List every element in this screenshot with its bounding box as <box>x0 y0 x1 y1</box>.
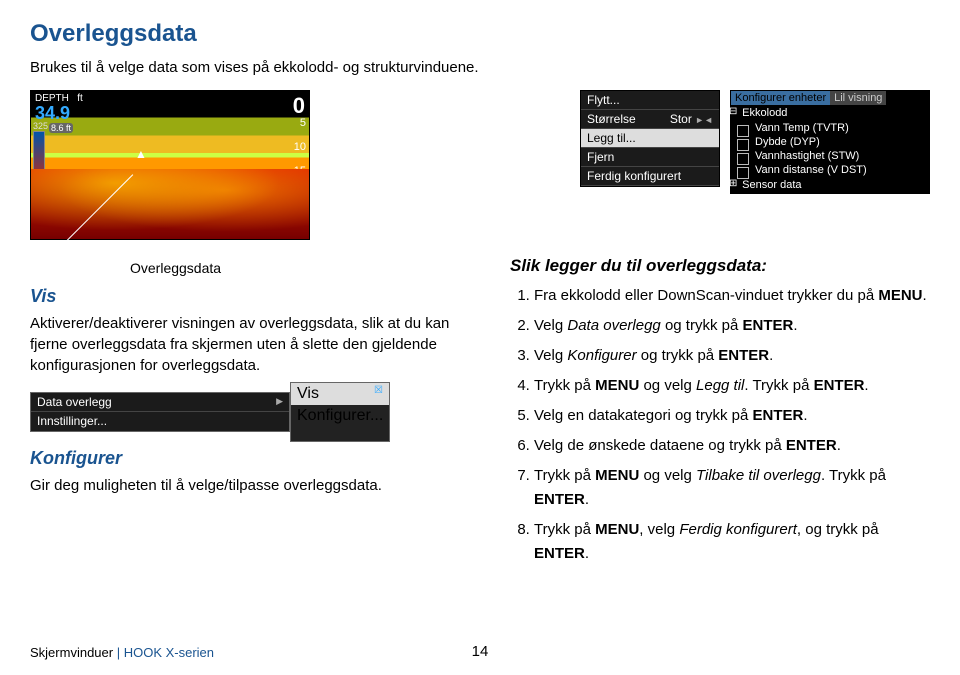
ctx-legg-til[interactable]: Legg til... <box>581 129 719 148</box>
sub-innstillinger[interactable]: Innstillinger... <box>31 412 289 430</box>
config-tree-panel: Konfigurer enheterLil visning ⊟ Ekkolodd… <box>730 90 930 194</box>
konfigurer-heading: Konfigurer <box>30 448 470 469</box>
tick-10: 10 <box>294 141 306 153</box>
ctx-flytt[interactable]: Flytt... <box>581 91 719 110</box>
chevron-icon: ►◄ <box>695 115 713 125</box>
vis-body: Aktiverer/deaktiverer visningen av overl… <box>30 313 470 376</box>
cfg-head-ekkolodd[interactable]: ⊟ Ekkolodd <box>731 105 929 121</box>
page-title: Overleggsdata <box>30 20 930 48</box>
ctx-storrelse[interactable]: StørrelseStor ►◄ <box>581 110 719 129</box>
footer: Skjermvinduer | HOOK X-serien <box>30 645 214 660</box>
ctx-ferdig[interactable]: Ferdig konfigurert <box>581 167 719 186</box>
top-row: DEPTH ft 34.9 8.6 ft 325 0 5 10 15 20 25… <box>30 90 930 240</box>
step-7: Trykk på MENU og velg Tilbake til overle… <box>534 464 930 512</box>
step-8: Trykk på MENU, velg Ferdig konfigurert, … <box>534 518 930 566</box>
step-1: Fra ekkolodd eller DownScan-vinduet tryk… <box>534 284 930 308</box>
range-badge: 8.6 ft <box>49 123 73 133</box>
sonar-screenshot: DEPTH ft 34.9 8.6 ft 325 0 5 10 15 20 25… <box>30 90 310 240</box>
checkbox-icon: ☒ <box>374 385 383 403</box>
intro-text: Brukes til å velge data som vises på ekk… <box>30 58 930 78</box>
step-5: Velg en datakategori og trykk på ENTER. <box>534 404 930 428</box>
sub-data-overlegg[interactable]: Data overlegg▶ <box>31 393 289 412</box>
cfg-item-tvtr[interactable]: Vann Temp (TVTR) <box>731 121 929 135</box>
submenu-screenshot: Data overlegg▶ Innstillinger... Vis☒ Kon… <box>30 382 470 442</box>
tick-5: 5 <box>300 117 306 129</box>
columns: Overleggsdata Vis Aktiverer/deaktiverer … <box>30 256 930 572</box>
sub-vis[interactable]: Vis☒ <box>291 383 389 405</box>
chevron-right-icon: ▶ <box>276 396 283 407</box>
minus-icon[interactable]: ⊟ <box>729 106 739 116</box>
step-2: Velg Data overlegg og trykk på ENTER. <box>534 314 930 338</box>
cfg-item-dyp[interactable]: Dybde (DYP) <box>731 135 929 149</box>
step-6: Velg de ønskede dataene og trykk på ENTE… <box>534 434 930 458</box>
plus-icon[interactable]: ⊞ <box>729 178 739 188</box>
tick-0: 0 <box>293 93 305 119</box>
cfg-item-stw[interactable]: Vannhastighet (STW) <box>731 149 929 163</box>
cfg-tab-inactive[interactable]: Lil visning <box>830 91 886 105</box>
context-menu: Flytt... StørrelseStor ►◄ Legg til... Fj… <box>580 90 720 187</box>
zoom-label: 325 <box>33 121 48 131</box>
vis-heading: Vis <box>30 286 470 307</box>
footer-section: Skjermvinduer <box>30 645 113 660</box>
steps-list: Fra ekkolodd eller DownScan-vinduet tryk… <box>510 284 930 566</box>
cfg-item-vdst[interactable]: Vann distanse (V DST) <box>731 163 929 177</box>
sub-konfigurer[interactable]: Konfigurer... <box>291 405 389 427</box>
steps-heading: Slik legger du til overleggsdata: <box>510 256 930 276</box>
ctx-fjern[interactable]: Fjern <box>581 148 719 167</box>
step-3: Velg Konfigurer og trykk på ENTER. <box>534 344 930 368</box>
page-number: 14 <box>472 643 489 660</box>
konfigurer-body: Gir deg muligheten til å velge/tilpasse … <box>30 475 470 496</box>
left-column: Overleggsdata Vis Aktiverer/deaktiverer … <box>30 256 470 572</box>
depth-unit: ft <box>77 93 83 104</box>
sonar-caption: Overleggsdata <box>130 260 470 276</box>
cfg-tab-active[interactable]: Konfigurer enheter <box>731 91 830 105</box>
footer-product: HOOK X-serien <box>124 645 214 660</box>
step-4: Trykk på MENU og velg Legg til. Trykk på… <box>534 374 930 398</box>
right-column: Slik legger du til overleggsdata: Fra ek… <box>510 256 930 572</box>
cfg-head-sensor[interactable]: ⊞ Sensor data <box>731 177 929 193</box>
